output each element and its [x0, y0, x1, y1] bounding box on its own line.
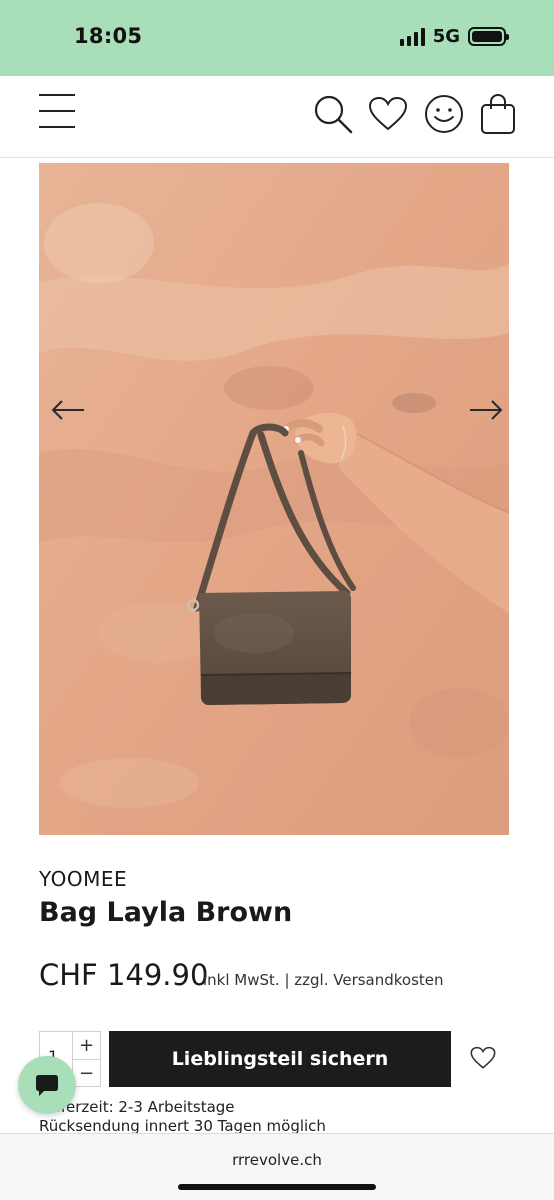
product-title: Bag Layla Brown [39, 897, 293, 928]
status-bar: 18:05 5G [0, 0, 554, 76]
site-header [0, 76, 554, 158]
shopping-bag-icon[interactable] [478, 92, 518, 136]
wishlist-heart-icon[interactable] [470, 1046, 496, 1074]
quantity-increase-button[interactable]: + [72, 1032, 100, 1060]
search-icon[interactable] [312, 93, 354, 135]
menu-icon[interactable] [38, 94, 76, 128]
product-brand[interactable]: YOOMEE [39, 867, 127, 891]
signal-icon [399, 27, 425, 46]
browser-bottom-bar: rrrevolve.ch [0, 1133, 554, 1200]
battery-icon [468, 27, 509, 46]
bag-photo [39, 163, 509, 835]
network-label: 5G [432, 26, 460, 47]
chat-icon [36, 1075, 58, 1096]
next-image-arrow-icon[interactable] [469, 399, 505, 421]
heart-icon[interactable] [367, 95, 409, 133]
product-image[interactable] [39, 163, 509, 835]
home-indicator[interactable] [178, 1184, 376, 1190]
price-note: inkl MwSt. | zzgl. Versandkosten [203, 971, 444, 989]
previous-image-arrow-icon[interactable] [51, 399, 87, 421]
quantity-decrease-button[interactable]: − [72, 1059, 100, 1087]
account-smiley-icon[interactable] [423, 93, 465, 135]
chat-button[interactable] [18, 1056, 76, 1114]
product-price: CHF 149.90 [39, 958, 209, 992]
status-indicators: 5G [399, 26, 509, 47]
status-time: 18:05 [74, 24, 143, 48]
address-bar[interactable]: rrrevolve.ch [0, 1151, 554, 1169]
add-to-cart-button[interactable]: Lieblingsteil sichern [109, 1031, 451, 1087]
